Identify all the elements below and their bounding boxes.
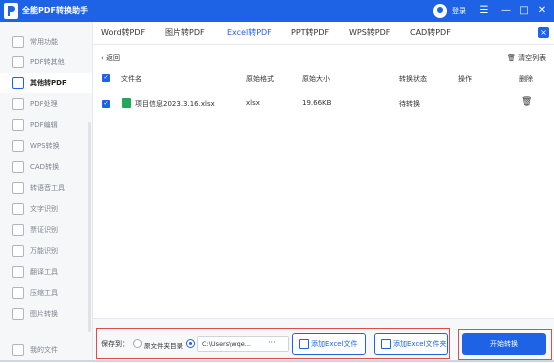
sidebar-item-label: 翻译工具	[30, 268, 58, 276]
sidebar-item-label: WPS转换	[30, 142, 60, 150]
sidebar-item-ocr[interactable]: 文字识别	[0, 199, 92, 219]
convert-status: 待转换	[399, 100, 420, 108]
sidebar-item-common[interactable]: 常用功能	[0, 32, 92, 52]
sidebar-item-label: 转语音工具	[30, 184, 65, 192]
clear-list-button[interactable]: 🗑 清空列表	[507, 53, 546, 63]
maximize-icon[interactable]: □	[515, 2, 533, 20]
folder-icon	[12, 344, 24, 356]
sidebar-item-label: 常用功能	[30, 38, 58, 46]
sidebar-item-pdf-to-other[interactable]: PDF转其他	[0, 52, 92, 72]
active-tab-indicator	[226, 20, 272, 22]
login-button[interactable]: 登录	[452, 6, 466, 16]
cad-icon	[12, 161, 24, 173]
minimize-icon[interactable]: —	[497, 2, 515, 20]
sidebar-item-label: PDF处理	[30, 100, 58, 108]
table-row[interactable]: ✓ 项目信息2023.3.16.xlsx xlsx 19.66KB 待转换 🗑	[93, 95, 551, 113]
sidebar-item-label: 我的文件	[30, 346, 58, 354]
close-icon[interactable]: ✕	[533, 2, 551, 20]
translate-icon	[12, 266, 24, 278]
tab-word[interactable]: Word转PDF	[101, 27, 145, 38]
sidebar-item-image[interactable]: 图片转换	[0, 304, 92, 324]
sidebar-item-speech[interactable]: 转语音工具	[0, 178, 92, 198]
avatar[interactable]	[433, 4, 447, 18]
pdf-import-icon	[12, 77, 24, 89]
compress-icon	[12, 287, 24, 299]
sidebar-item-wps[interactable]: WPS转换	[0, 136, 92, 156]
tab-bar: Word转PDF 图片转PDF Excel转PDF PPT转PDF WPS转PD…	[93, 22, 554, 45]
sidebar-item-ticket[interactable]: 票证识别	[0, 220, 92, 240]
sidebar-item-label: 压缩工具	[30, 289, 58, 297]
ticket-icon	[12, 224, 24, 236]
sidebar-scrollbar[interactable]	[88, 122, 91, 332]
sidebar-item-compress[interactable]: 压缩工具	[0, 283, 92, 303]
highlight-box-start	[458, 329, 552, 360]
sidebar: 常用功能 PDF转其他 其他转PDF PDF处理 PDF编辑 WPS转换 CAD…	[0, 22, 93, 362]
sidebar-item-other-to-pdf[interactable]: 其他转PDF	[0, 73, 92, 93]
back-button[interactable]: ‹ 返回	[101, 53, 120, 63]
sidebar-item-label: 万能识别	[30, 247, 58, 255]
app-logo-icon	[4, 3, 18, 19]
delete-icon[interactable]: 🗑	[521, 97, 532, 107]
app-title: 全能PDF转换助手	[22, 6, 88, 15]
highlight-box-options	[96, 328, 450, 359]
column-header: 原始大小	[302, 75, 330, 83]
speech-icon	[12, 182, 24, 194]
trash-icon: 🗑	[507, 54, 519, 62]
tab-cad[interactable]: CAD转PDF	[410, 27, 451, 38]
sidebar-item-pdf-edit[interactable]: PDF编辑	[0, 115, 92, 135]
tab-excel[interactable]: Excel转PDF	[227, 27, 272, 38]
text-recognize-icon	[12, 203, 24, 215]
column-header: 文件名	[121, 75, 142, 83]
tab-wps[interactable]: WPS转PDF	[349, 27, 390, 38]
file-size: 19.66KB	[302, 99, 332, 107]
back-label: 返回	[106, 54, 121, 62]
sidebar-item-label: 其他转PDF	[30, 79, 67, 87]
sidebar-item-label: CAD转换	[30, 163, 60, 171]
scan-icon	[12, 245, 24, 257]
tab-ppt[interactable]: PPT转PDF	[291, 27, 329, 38]
pdf-edit-icon	[12, 119, 24, 131]
column-header: 转换状态	[399, 75, 427, 83]
sidebar-item-cad[interactable]: CAD转换	[0, 157, 92, 177]
title-bar: 全能PDF转换助手 登录 ☰ — □ ✕	[0, 0, 554, 22]
file-name: 项目信息2023.3.16.xlsx	[135, 100, 215, 108]
pdf-process-icon	[12, 98, 24, 110]
sidebar-item-translate[interactable]: 翻译工具	[0, 262, 92, 282]
column-header: 删除	[519, 75, 533, 83]
pdf-export-icon	[12, 56, 24, 68]
grid-icon	[12, 36, 24, 48]
sidebar-item-universal[interactable]: 万能识别	[0, 241, 92, 261]
sidebar-item-pdf-process[interactable]: PDF处理	[0, 94, 92, 114]
file-format: xlsx	[246, 99, 260, 107]
sidebar-item-label: PDF编辑	[30, 121, 58, 129]
table-header: ✓ 文件名 原始格式 原始大小 转换状态 操作 删除	[93, 70, 551, 86]
column-header: 操作	[458, 75, 472, 83]
sidebar-item-label: PDF转其他	[30, 58, 65, 66]
image-icon	[12, 308, 24, 320]
tab-image[interactable]: 图片转PDF	[165, 27, 205, 38]
row-checkbox[interactable]: ✓	[102, 100, 110, 108]
clear-list-label: 清空列表	[518, 54, 547, 62]
close-panel-icon[interactable]: ×	[538, 27, 549, 38]
sidebar-item-label: 文字识别	[30, 205, 58, 213]
select-all-checkbox[interactable]: ✓	[102, 74, 110, 82]
sidebar-item-my-files[interactable]: 我的文件	[0, 340, 92, 360]
wps-icon	[12, 140, 24, 152]
menu-icon[interactable]: ☰	[475, 2, 493, 20]
sidebar-item-label: 图片转换	[30, 310, 58, 318]
excel-file-icon	[122, 98, 131, 108]
sidebar-item-label: 票证识别	[30, 226, 58, 234]
column-header: 原始格式	[246, 75, 274, 83]
